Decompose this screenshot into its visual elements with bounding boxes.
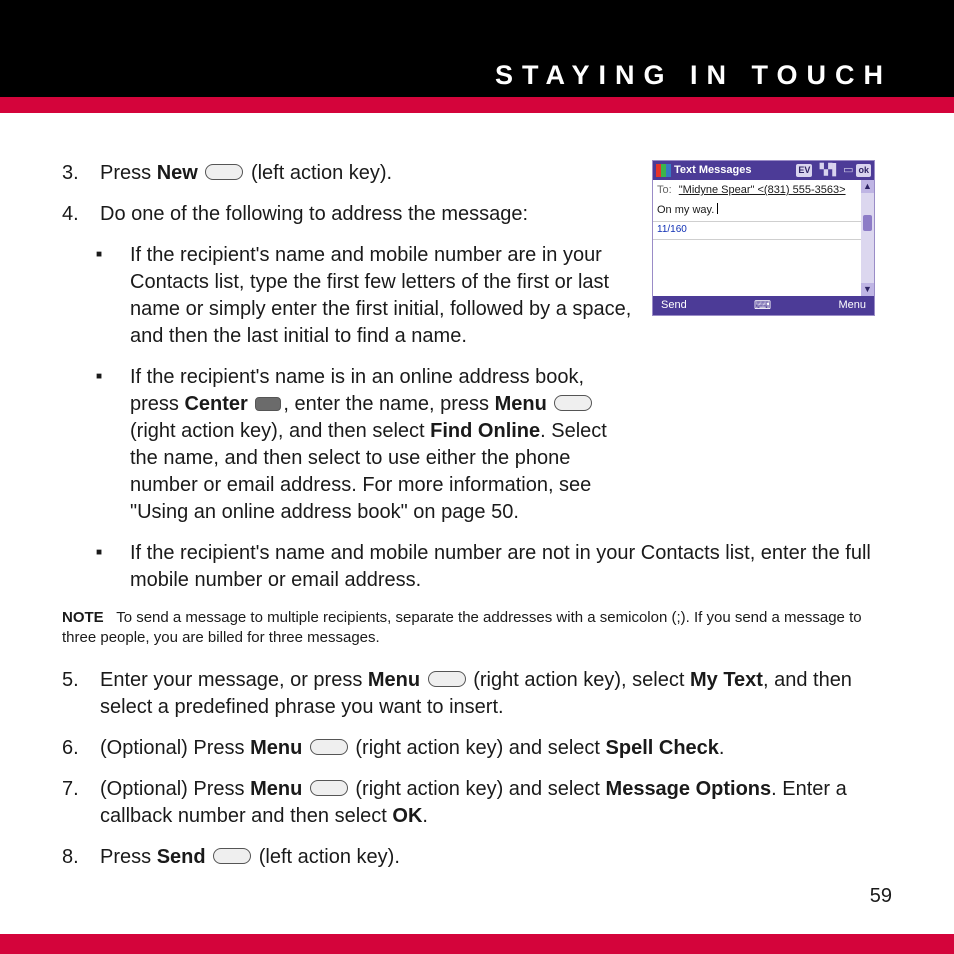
step-7: 7. (Optional) Press Menu (right action k…: [62, 776, 892, 830]
page-number: 59: [870, 885, 892, 908]
screenshot-to-field[interactable]: To: "Midyne Spear" <(831) 555-3563>: [653, 180, 861, 200]
screenshot-message-body[interactable]: On my way.: [653, 200, 861, 222]
softkey-send[interactable]: Send: [661, 298, 687, 313]
action-key-icon: [213, 848, 251, 864]
action-key-icon: [205, 164, 243, 180]
screenshot-title-text: Text Messages: [674, 163, 796, 178]
footer-red-bar: [0, 934, 954, 954]
page-content: Text Messages EV ▝▞▌ ▭ ok To: "Midyne Sp…: [62, 160, 892, 885]
scroll-down-icon[interactable]: ▼: [861, 283, 874, 296]
step-4-bullet-2: ■ If the recipient's name is in an onlin…: [96, 364, 634, 526]
step-3: 3. Press New (left action key).: [62, 160, 634, 187]
to-value: "Midyne Spear" <(831) 555-3563>: [679, 184, 846, 196]
screenshot-titlebar: Text Messages EV ▝▞▌ ▭ ok: [653, 161, 874, 180]
screenshot-softkey-bar: Send ⌨ Menu: [653, 296, 874, 315]
header-red-bar: [0, 97, 954, 113]
windows-flag-icon: [656, 164, 671, 177]
step-8: 8. Press Send (left action key).: [62, 844, 892, 871]
softkey-menu[interactable]: Menu: [838, 298, 866, 313]
signal-icon: ▝▞▌: [815, 163, 840, 178]
ev-indicator: EV: [796, 164, 812, 176]
note-block: NOTE To send a message to multiple recip…: [62, 608, 892, 649]
to-label: To:: [657, 184, 672, 196]
phone-screenshot: Text Messages EV ▝▞▌ ▭ ok To: "Midyne Sp…: [652, 160, 892, 380]
center-key-icon: [255, 397, 281, 411]
page-header-title: STAYING IN TOUCH: [495, 60, 892, 91]
scroll-up-icon[interactable]: ▲: [861, 180, 874, 193]
action-key-icon: [428, 671, 466, 687]
battery-icon: ▭: [843, 163, 853, 178]
ok-button[interactable]: ok: [856, 164, 871, 176]
keyboard-icon[interactable]: ⌨: [754, 297, 771, 313]
action-key-icon: [554, 395, 592, 411]
action-key-icon: [310, 739, 348, 755]
action-key-icon: [310, 780, 348, 796]
step-5: 5. Enter your message, or press Menu (ri…: [62, 667, 892, 721]
screenshot-scrollbar[interactable]: ▲ ▼: [861, 180, 874, 296]
screenshot-char-counter: 11/160: [653, 222, 861, 240]
step-6: 6. (Optional) Press Menu (right action k…: [62, 735, 892, 762]
step-4-bullet-3: ■ If the recipient's name and mobile num…: [96, 540, 892, 594]
step-4-bullet-1: ■ If the recipient's name and mobile num…: [96, 242, 634, 350]
step-4: 4. Do one of the following to address th…: [62, 201, 634, 228]
